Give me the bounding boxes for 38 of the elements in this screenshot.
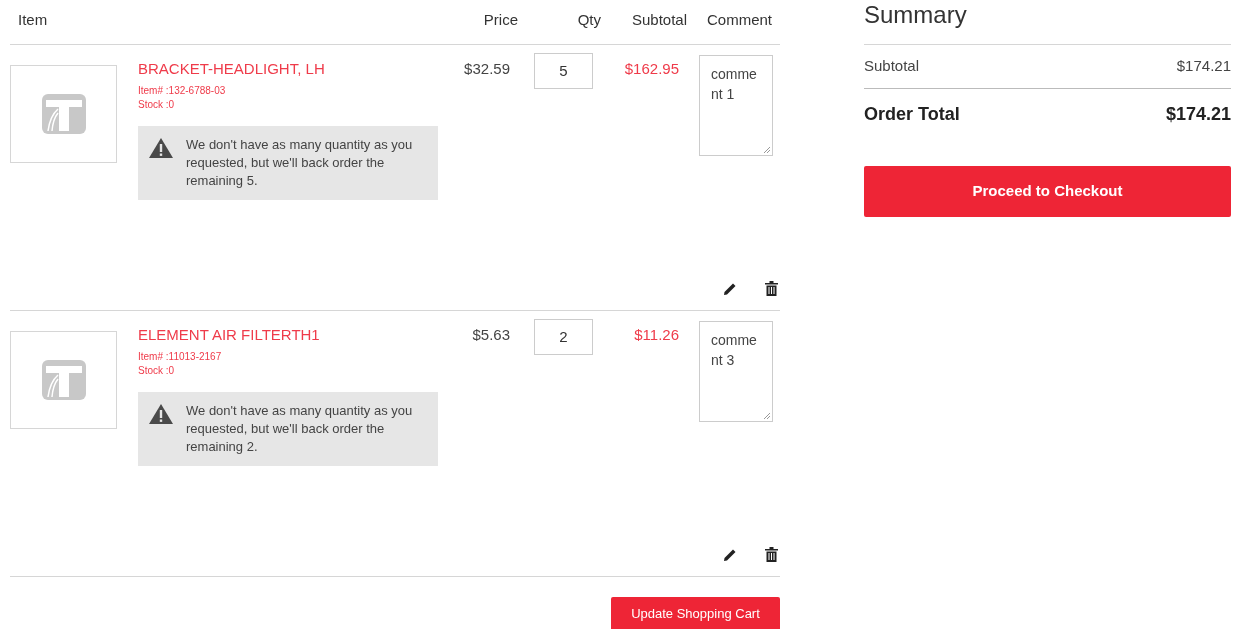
warning-text: We don't have as many quantity as you requested, but we'll back order the remaining 5. — [186, 136, 414, 190]
subtotal-label: Subtotal — [864, 56, 920, 77]
update-cart-button[interactable]: Update Shopping Cart — [611, 597, 780, 629]
resize-grip-icon — [763, 146, 771, 154]
stock-level: Stock :0 — [138, 364, 176, 378]
delete-icon[interactable] — [765, 281, 778, 296]
warning-icon — [148, 403, 174, 425]
stock-level: Stock :0 — [138, 98, 176, 112]
order-total-label: Order Total — [864, 102, 960, 126]
column-header: Comment — [707, 10, 773, 30]
unit-price: $5.63 — [471, 325, 510, 345]
delete-icon[interactable] — [765, 547, 778, 562]
quantity-field[interactable]: 5 — [534, 53, 593, 89]
product-placeholder-icon — [41, 94, 86, 134]
comment-field[interactable]: comment 3 — [699, 321, 773, 422]
subtotal-value: $174.21 — [1176, 56, 1231, 77]
line-subtotal: $162.95 — [623, 59, 679, 79]
item-number: Item# :132-6788-03 — [138, 84, 227, 98]
product-name-link[interactable]: ELEMENT AIR FILTERTH1 — [138, 325, 438, 345]
unit-price: $32.59 — [463, 59, 510, 79]
product-placeholder-icon — [41, 360, 86, 400]
product-name-link[interactable]: BRACKET-HEADLIGHT, LH — [138, 59, 438, 79]
edit-icon[interactable] — [723, 547, 737, 562]
item-number: Item# :11013-2167 — [138, 350, 223, 364]
column-header: Item — [18, 10, 49, 30]
warning-icon — [148, 137, 174, 159]
resize-grip-icon — [763, 412, 771, 420]
warning-text: We don't have as many quantity as you requested, but we'll back order the remaining 2. — [186, 402, 414, 456]
order-total-value: $174.21 — [1165, 102, 1231, 126]
column-header: Qty — [576, 10, 601, 30]
comment-field[interactable]: comment 1 — [699, 55, 773, 156]
column-header: Subtotal — [630, 10, 687, 30]
line-subtotal: $11.26 — [633, 325, 679, 345]
quantity-field[interactable]: 2 — [534, 319, 593, 355]
checkout-button[interactable]: Proceed to Checkout — [864, 166, 1231, 217]
summary-title: Summary — [864, 0, 968, 30]
column-header: Price — [482, 10, 518, 30]
edit-icon[interactable] — [723, 281, 737, 296]
